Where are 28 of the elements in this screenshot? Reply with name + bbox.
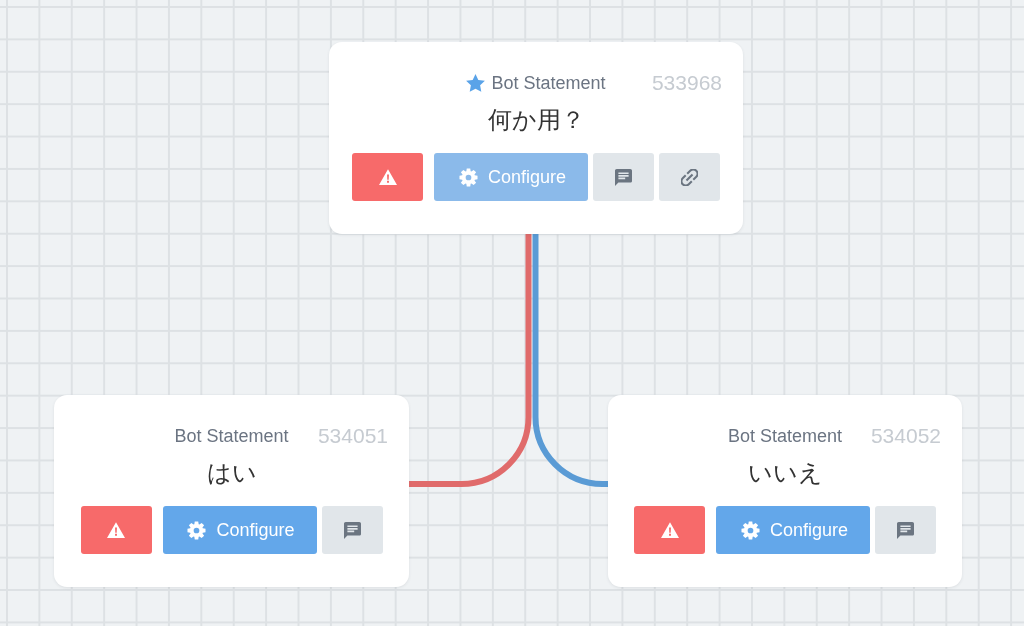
node-type-label: Bot Statement	[727, 425, 843, 448]
warning-icon	[378, 169, 397, 185]
warning-button[interactable]	[80, 506, 152, 554]
gear-icon	[458, 167, 478, 187]
gear-icon	[740, 520, 760, 540]
speech-bubble-icon	[615, 168, 632, 186]
warning-button[interactable]	[352, 153, 423, 201]
comment-button[interactable]	[321, 506, 383, 554]
speech-bubble-icon	[343, 521, 361, 539]
link-icon	[681, 168, 698, 186]
node-card[interactable]: Bot Statement 534051 はい Configure	[54, 395, 409, 587]
node-text: いいえ	[747, 458, 823, 488]
warning-icon	[107, 522, 125, 538]
node-number: 534051	[317, 424, 388, 448]
warning-icon	[660, 522, 679, 538]
node-text: はい	[206, 458, 257, 488]
warning-button[interactable]	[634, 506, 705, 554]
comment-button[interactable]	[875, 506, 936, 554]
speech-bubble-icon	[897, 521, 914, 539]
node-text: 何か用？	[487, 105, 585, 135]
node-type-label: Bot Statement	[491, 72, 606, 95]
link-button[interactable]	[659, 153, 720, 201]
node-type-label: Bot Statement	[174, 425, 289, 448]
node-number: 534052	[870, 424, 941, 448]
gear-icon	[187, 520, 207, 540]
node-number: 533968	[651, 71, 722, 95]
comment-button[interactable]	[593, 153, 654, 201]
node-card[interactable]: Bot Statement 534052 いいえ Configure	[608, 395, 962, 587]
